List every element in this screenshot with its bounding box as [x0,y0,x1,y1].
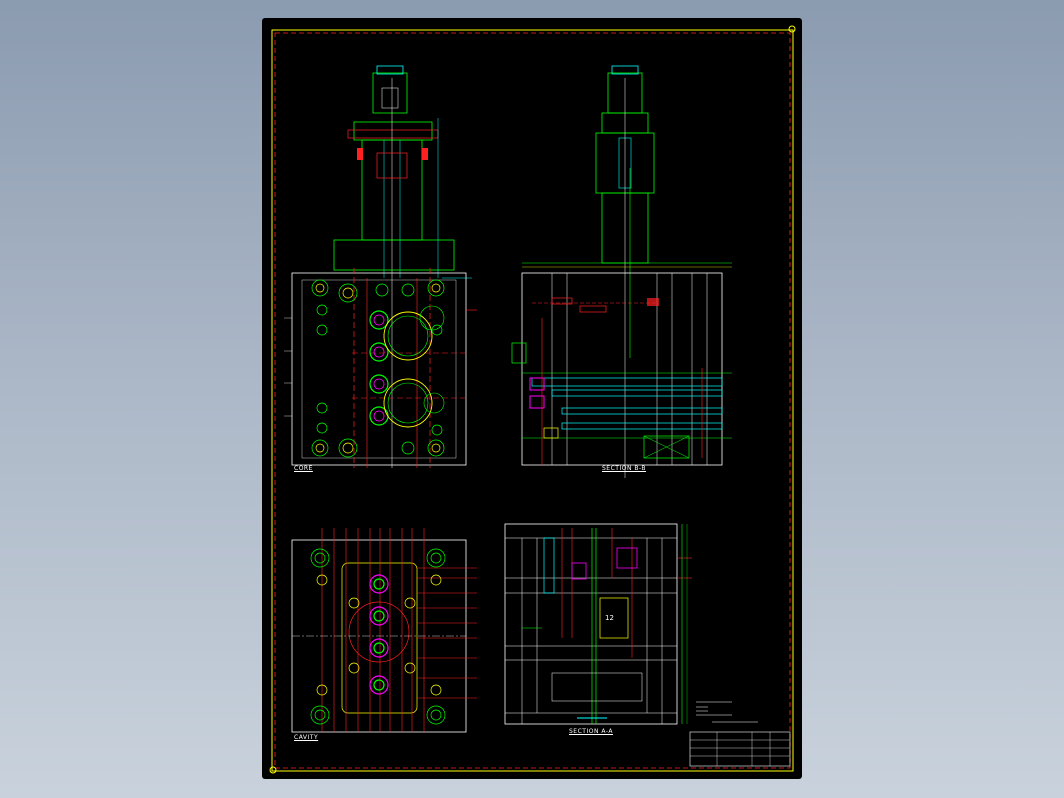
drawing-sheet: 12 CORE SECTION B-B CAVITY SECTION A-A [262,18,802,779]
core-view [284,65,477,468]
core-view-label: CORE [294,465,313,472]
inner-frame [274,32,791,769]
section-bb-view [511,65,732,478]
section-bb-label: SECTION B-B [602,465,647,472]
section-aa-view: 12 [504,523,692,725]
svg-text:12: 12 [605,614,614,622]
cad-drawing: 12 [269,25,796,774]
title-block [689,701,791,767]
corner-mark [269,766,277,774]
cavity-view [291,528,477,733]
section-aa-label: SECTION A-A [569,728,613,735]
corner-mark [788,25,796,33]
cavity-view-label: CAVITY [294,734,319,741]
